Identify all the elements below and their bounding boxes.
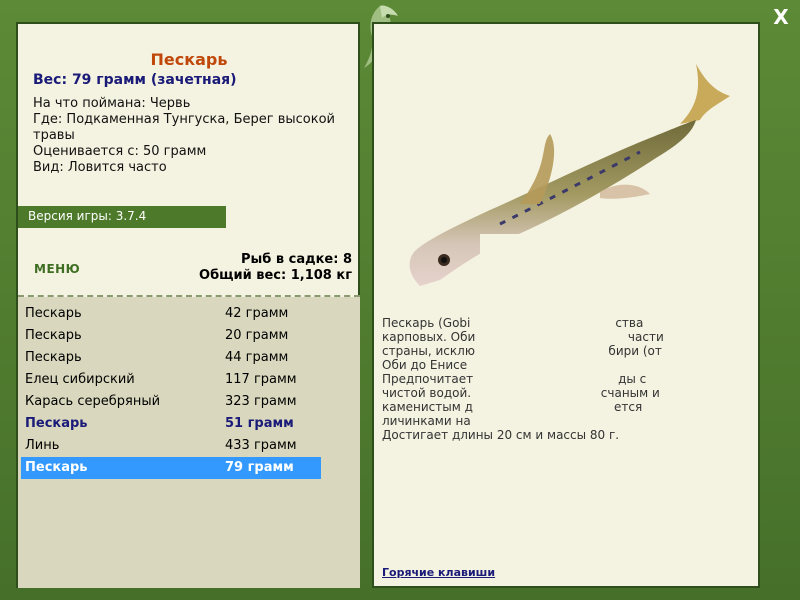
list-item[interactable]: Пескарь 42 грамм <box>21 303 321 325</box>
hotkeys-link[interactable]: Горячие клавиши <box>382 566 495 579</box>
version-label: Версия игры: 3.7.4 <box>18 206 226 228</box>
min-weight-line: Оценивается с: 50 грамм <box>33 144 207 159</box>
cage-count: Рыб в садке: 8 <box>240 252 352 267</box>
list-item[interactable]: Елец сибирский 117 грамм <box>21 369 321 391</box>
fish-description-panel: Пескарь (Gobi ства карповых. Оби части с… <box>374 24 758 586</box>
list-item-selected[interactable]: Пескарь 79 грамм <box>21 457 321 479</box>
menu-button[interactable]: МЕНЮ <box>34 262 80 276</box>
location-line: Где: Подкаменная Тунгуска, Берег высокой… <box>33 112 335 143</box>
fish-weight: Вес: 79 грамм (зачетная) <box>33 72 237 88</box>
list-item[interactable]: Карась серебряный 323 грамм <box>21 391 321 413</box>
right-panel: Пескарь (Gobi ства карповых. Оби части с… <box>372 22 760 588</box>
fish-title: Пескарь <box>150 50 228 69</box>
frequency-line: Вид: Ловится часто <box>33 160 167 175</box>
catch-list: Пескарь 42 грамм Пескарь 20 грамм Пескар… <box>18 297 360 588</box>
fish-details: На что поймана: Червь Где: Подкаменная Т… <box>33 96 351 176</box>
cage-total-weight: Общий вес: 1,108 кг <box>199 268 352 283</box>
gudgeon-fish-image <box>409 64 740 294</box>
fish-description: Пескарь (Gobi ства карповых. Оби части с… <box>382 316 664 442</box>
fish-info-panel: Пескарь Вес: 79 грамм (зачетная) На что … <box>18 24 360 588</box>
list-item[interactable]: Пескарь 20 грамм <box>21 325 321 347</box>
cage-summary: Рыб в садке: 8 Общий вес: 1,108 кг <box>199 252 352 284</box>
bait-line: На что поймана: Червь <box>33 96 191 111</box>
list-item[interactable]: Линь 433 грамм <box>21 435 321 457</box>
left-panel: Пескарь Вес: 79 грамм (зачетная) На что … <box>16 22 360 588</box>
close-icon[interactable]: X <box>770 6 792 28</box>
list-item[interactable]: Пескарь 44 грамм <box>21 347 321 369</box>
list-item-record[interactable]: Пескарь 51 грамм <box>21 413 321 435</box>
